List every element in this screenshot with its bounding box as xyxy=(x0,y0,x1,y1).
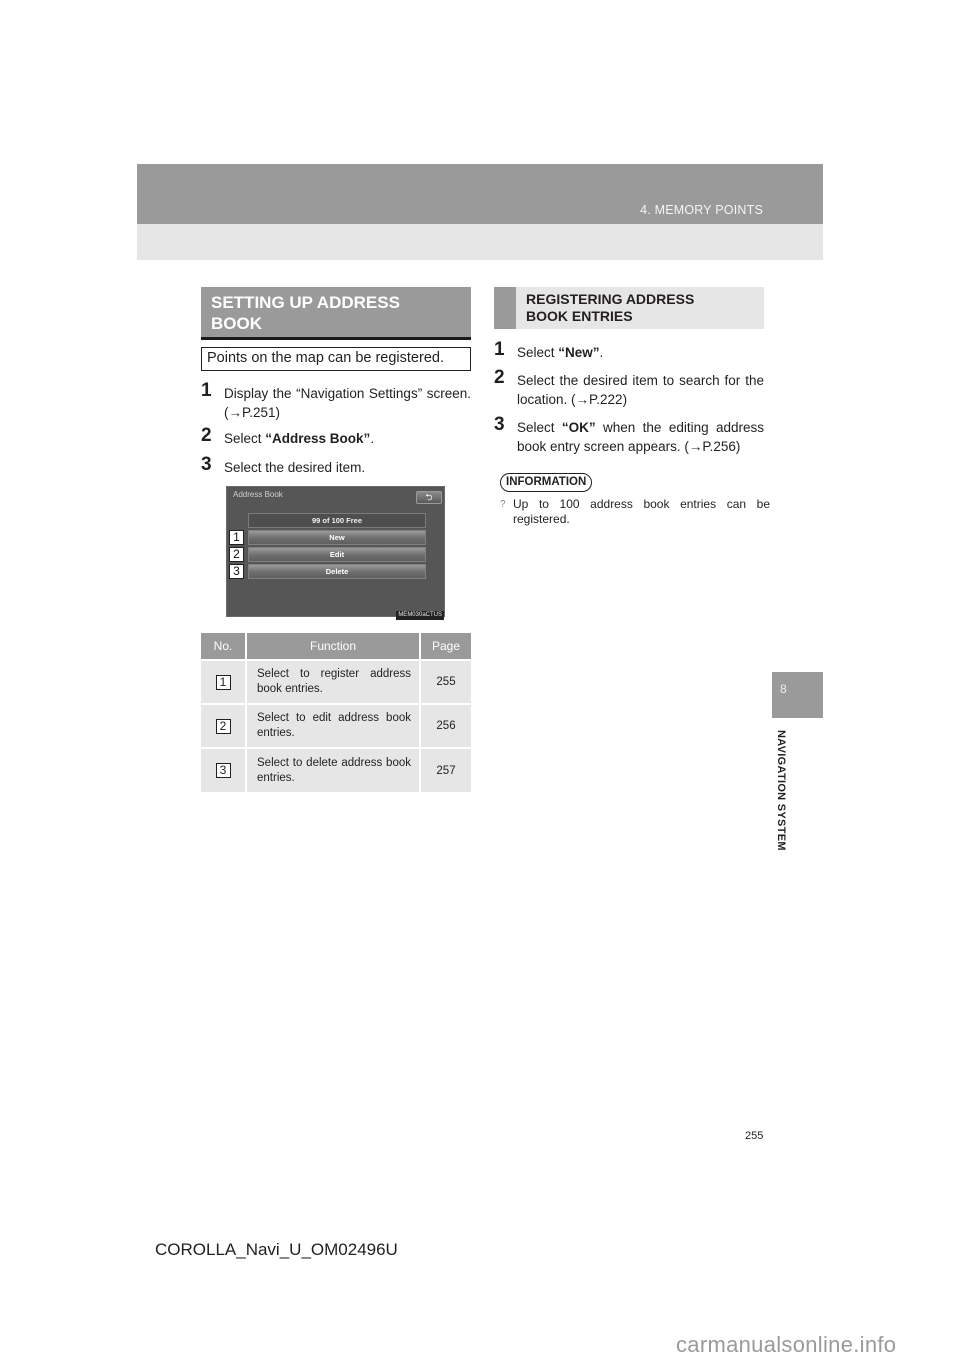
heading-accent-bar xyxy=(494,287,516,329)
screen-button-delete: Delete xyxy=(248,564,426,579)
step-text-bold: “Address Book” xyxy=(265,431,371,446)
watermark-link[interactable]: carmanualsonline.info xyxy=(676,1332,896,1358)
function-table: No. Function Page 1 Select to register a… xyxy=(201,633,471,792)
step-text-pre: Select xyxy=(517,345,559,360)
page-header-subbar xyxy=(137,224,823,260)
step-text-bold: “OK” xyxy=(561,420,596,435)
chapter-tab: 8 xyxy=(772,672,823,718)
callout-number: 1 xyxy=(229,530,244,545)
step-number: 1 xyxy=(201,380,212,401)
free-count-display: 99 of 100 Free xyxy=(248,513,426,528)
step-text-bold: “New” xyxy=(558,345,600,360)
step-text: Select “New”. xyxy=(517,343,764,362)
page-number: 255 xyxy=(745,1130,764,1142)
cell-function: Select to register address book entries. xyxy=(246,659,421,704)
step-text: Select the desired item. xyxy=(224,460,366,475)
document-code: COROLLA_Navi_U_OM02496U xyxy=(155,1240,398,1259)
chapter-label: NAVIGATION SYSTEM xyxy=(775,730,787,851)
step-text-pre: Select xyxy=(224,431,266,446)
screen-button-edit: Edit xyxy=(248,547,426,562)
callout-number: 3 xyxy=(229,564,244,579)
step-text: Select “Address Book”. xyxy=(224,429,471,448)
step-number: 2 xyxy=(494,367,505,388)
image-code: MEM030aCTUS xyxy=(396,611,444,620)
cell-page: 257 xyxy=(420,747,471,792)
intro-box: Points on the map can be registered. xyxy=(201,347,471,371)
step-text-pre: Select xyxy=(517,420,562,435)
step-number: 3 xyxy=(494,414,505,435)
screen-button-new: New xyxy=(248,530,426,545)
page-header-bar: 4. MEMORY POINTS xyxy=(137,164,823,224)
step-text: Display the “Navigation Settings” screen… xyxy=(224,386,471,420)
step-number: 3 xyxy=(201,454,212,475)
section-heading-setting-up: SETTING UP ADDRESS BOOK xyxy=(201,287,471,337)
step-number: 2 xyxy=(201,425,212,446)
section-heading-text: SETTING UP ADDRESS BOOK xyxy=(211,293,400,333)
step-text: Select the desired item to search for th… xyxy=(517,373,764,407)
cell-function: Select to edit address book entries. xyxy=(246,703,421,748)
step-number: 1 xyxy=(494,339,505,360)
section-heading-registering: REGISTERING ADDRESS BOOK ENTRIES xyxy=(494,287,764,329)
cell-no: 3 xyxy=(201,747,247,792)
chapter-number: 8 xyxy=(780,682,787,696)
heading-rule xyxy=(201,337,471,340)
header-page: Page xyxy=(420,633,471,660)
table-row: 2 Select to edit address book entries. 2… xyxy=(201,703,471,748)
cell-page: 255 xyxy=(420,659,471,704)
table-row: 3 Select to delete address book entries.… xyxy=(201,747,471,792)
table-row: 1 Select to register address book entrie… xyxy=(201,659,471,704)
header-no: No. xyxy=(201,633,247,660)
chapter-label-container: NAVIGATION SYSTEM xyxy=(772,730,794,870)
cell-no: 1 xyxy=(201,659,247,704)
information-text: Up to 100 address book entries can be re… xyxy=(513,497,770,526)
step-text-post: . xyxy=(599,345,604,360)
callout-number: 2 xyxy=(229,547,244,562)
cell-function: Select to delete address book entries. xyxy=(246,747,421,792)
header-function: Function xyxy=(246,633,421,660)
cell-page: 256 xyxy=(420,703,471,748)
step-text-post: . xyxy=(370,431,375,446)
step-text: Select “OK” when the editing address boo… xyxy=(517,418,764,456)
address-book-screen-image: Address Book ⮌ 99 of 100 Free New Edit D… xyxy=(226,486,445,620)
back-arrow-icon: ⮌ xyxy=(416,491,442,504)
number-box: 3 xyxy=(215,763,231,778)
bullet-icon: ? xyxy=(500,499,506,510)
information-badge: INFORMATION xyxy=(500,473,593,492)
number-box: 2 xyxy=(215,718,231,734)
section-heading-text: REGISTERING ADDRESS BOOK ENTRIES xyxy=(526,291,695,324)
table-header-row: No. Function Page xyxy=(201,633,471,660)
screen-title: Address Book xyxy=(233,490,283,499)
number-box: 1 xyxy=(215,674,231,690)
cell-no: 2 xyxy=(201,703,247,748)
section-title: 4. MEMORY POINTS xyxy=(640,203,763,217)
